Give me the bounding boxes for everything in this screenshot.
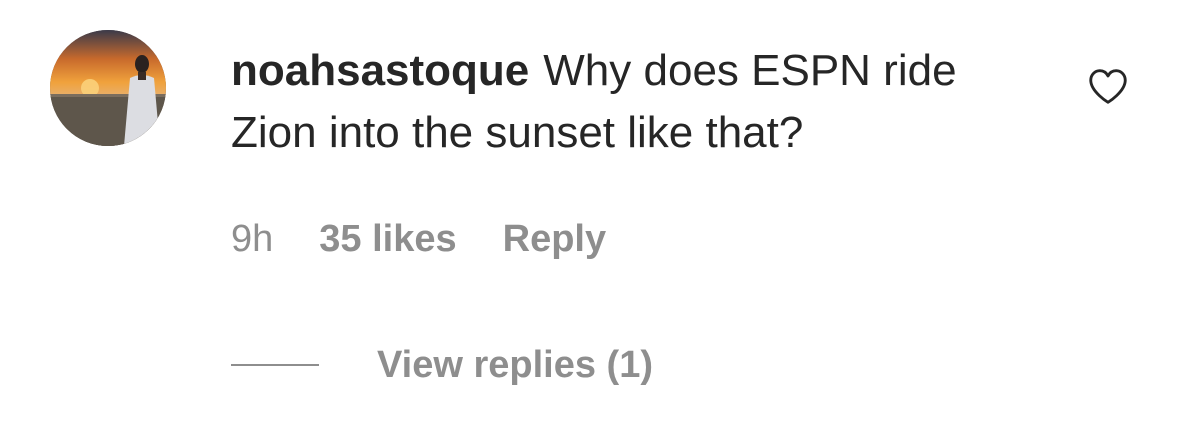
view-replies-row: View replies (1) [231, 340, 653, 390]
heart-outline-icon[interactable] [1085, 64, 1131, 110]
reply-button[interactable]: Reply [503, 218, 606, 261]
comment-item: noahsastoque Why does ESPN ride Zion into… [0, 0, 1200, 436]
view-replies-button[interactable]: View replies (1) [377, 344, 653, 387]
comment-timestamp[interactable]: 9h [231, 218, 273, 261]
heart-icon [1089, 69, 1127, 104]
replies-divider-line [231, 364, 319, 366]
avatar[interactable] [50, 30, 166, 146]
comment-text-block: noahsastoque Why does ESPN ride Zion into… [231, 40, 1051, 164]
username-link[interactable]: noahsastoque [231, 46, 529, 95]
profile-photo-image [50, 30, 166, 146]
likes-count-link[interactable]: 35 likes [319, 218, 456, 261]
comment-meta-row: 9h 35 likes Reply [231, 214, 606, 264]
